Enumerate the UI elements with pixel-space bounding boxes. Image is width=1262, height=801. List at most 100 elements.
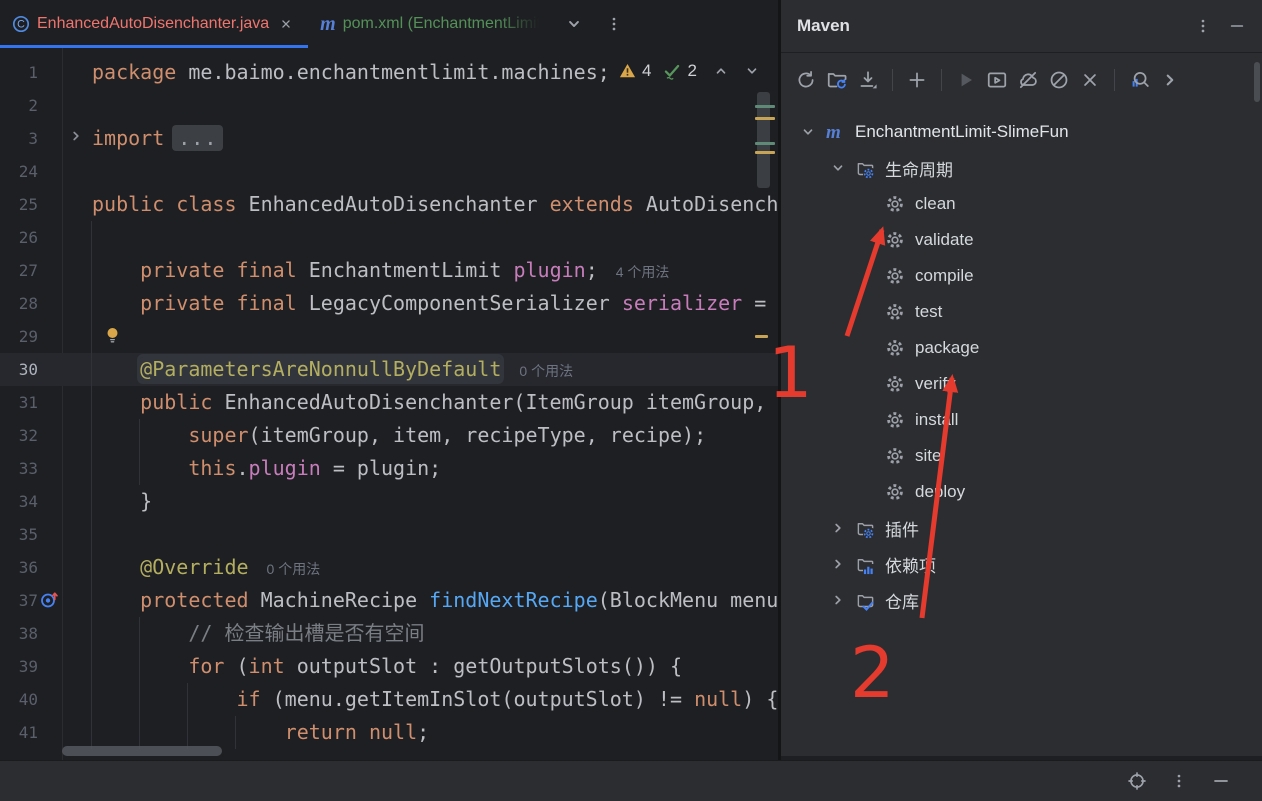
editor-horizontal-scrollbar[interactable] (62, 746, 222, 756)
code-line-3[interactable]: 3import... (0, 122, 778, 155)
editor-tab-1[interactable]: CEnhancedAutoDisenchanter.java (0, 0, 308, 48)
code-line-34[interactable]: 34} (0, 485, 778, 518)
maven-tree-item-test[interactable]: test (781, 294, 1254, 330)
skip-tests-button[interactable] (1046, 67, 1072, 93)
code-line-37[interactable]: 37protected MachineRecipe findNextRecipe… (0, 584, 778, 617)
inspection-widget[interactable]: 4 2 (618, 58, 765, 84)
checks-passed-icon (662, 61, 682, 81)
analyze-dependencies-button[interactable] (1126, 67, 1152, 93)
code-text: public EnhancedAutoDisenchanter(ItemGrou… (92, 386, 766, 419)
execute-goal-button[interactable] (984, 67, 1010, 93)
code-line-24[interactable]: 24 (0, 155, 778, 188)
usages-inlay-hint[interactable]: 4 个用法 (616, 264, 670, 280)
close-tab-icon[interactable] (276, 14, 296, 34)
line-number: 25 (0, 188, 38, 221)
maven-tree-item-仓库[interactable]: 仓库 (781, 582, 1254, 618)
code-line-27[interactable]: 27private final EnchantmentLimit plugin;… (0, 254, 778, 287)
maven-scrollbar[interactable] (1254, 62, 1260, 102)
offline-mode-button[interactable] (1015, 67, 1041, 93)
minimize-icon (1211, 771, 1231, 791)
stripe-mark-warning[interactable] (755, 151, 775, 154)
next-highlight-button[interactable] (739, 58, 765, 84)
goal-gear-icon (886, 267, 904, 285)
code-line-38[interactable]: 38// 检查输出槽是否有空间 (0, 617, 778, 650)
maven-tree-item-插件[interactable]: 插件 (781, 510, 1254, 546)
chevron-spacer (860, 196, 876, 212)
maven-tree-item-compile[interactable]: compile (781, 258, 1254, 294)
code-line-32[interactable]: 32super(itemGroup, item, recipeType, rec… (0, 419, 778, 452)
download-sources-button[interactable] (855, 67, 881, 93)
code-line-41[interactable]: 41return null; (0, 716, 778, 749)
tree-item-label: validate (915, 230, 974, 250)
chevron-right-icon[interactable] (830, 556, 846, 572)
bottom-hide-button[interactable] (1208, 768, 1234, 794)
code-line-36[interactable]: 36@Override0 个用法 (0, 551, 778, 584)
code-editor[interactable]: 1package me.baimo.enchantmentlimit.machi… (0, 48, 778, 760)
chevron-right-icon[interactable] (830, 592, 846, 608)
locate-button[interactable] (1124, 768, 1150, 794)
maven-tree: mEnchantmentLimit-SlimeFun生命周期clean valid… (781, 114, 1254, 618)
maven-tree-item-site[interactable]: site (781, 438, 1254, 474)
add-button[interactable] (904, 67, 930, 93)
stripe-mark-warning[interactable] (755, 335, 768, 338)
stripe-mark-weak-warning[interactable] (755, 142, 775, 145)
maven-tree-item-clean[interactable]: clean (781, 186, 1254, 222)
stripe-mark-warning[interactable] (755, 117, 775, 120)
usages-inlay-hint[interactable]: 0 个用法 (267, 561, 321, 577)
usages-inlay-hint[interactable]: 0 个用法 (519, 363, 573, 379)
chevron-down-icon[interactable] (800, 124, 816, 140)
code-line-28[interactable]: 28private final LegacyComponentSerialize… (0, 287, 778, 320)
maven-tree-item-EnchantmentLimit-SlimeFun[interactable]: mEnchantmentLimit-SlimeFun (781, 114, 1254, 150)
folder-chart-icon (856, 555, 875, 574)
intention-bulb-icon[interactable] (104, 326, 124, 346)
folder-gear-icon (856, 159, 875, 178)
chevron-right-icon[interactable] (830, 520, 846, 536)
close-x-button[interactable] (1077, 67, 1103, 93)
gear-icon (886, 267, 905, 286)
minimize-icon (1228, 17, 1246, 35)
code-line-26[interactable]: 26 (0, 221, 778, 254)
editor-options-button[interactable] (601, 11, 627, 37)
maven-tree-item-deploy[interactable]: deploy (781, 474, 1254, 510)
previous-highlight-button[interactable] (708, 58, 734, 84)
editor-tab-2[interactable]: mpom.xml (EnchantmentLimit (308, 0, 553, 48)
stripe-mark-weak-warning[interactable] (755, 105, 775, 108)
code-line-31[interactable]: 31public EnhancedAutoDisenchanter(ItemGr… (0, 386, 778, 419)
maven-tree-item-依赖项[interactable]: 依赖项 (781, 546, 1254, 582)
run-button[interactable] (953, 67, 979, 93)
code-line-40[interactable]: 40if (menu.getItemInSlot(outputSlot) != … (0, 683, 778, 716)
sync-button[interactable] (793, 67, 819, 93)
maven-tree-item-package[interactable]: package (781, 330, 1254, 366)
code-line-33[interactable]: 33this.plugin = plugin; (0, 452, 778, 485)
code-text: @ParametersAreNonnullByDefault0 个用法 (92, 353, 573, 388)
maven-tree-item-validate[interactable]: validate (781, 222, 1254, 258)
toolbar-separator (1114, 69, 1115, 91)
code-line-39[interactable]: 39for (int outputSlot : getOutputSlots()… (0, 650, 778, 683)
maven-tree-item-install[interactable]: install (781, 402, 1254, 438)
maven-tree-item-生命周期[interactable]: 生命周期 (781, 150, 1254, 186)
fold-chevron-icon[interactable] (68, 128, 88, 148)
maven-tree-item-verify[interactable]: verify (781, 366, 1254, 402)
maven-options-button[interactable] (1190, 13, 1216, 39)
overriding-method-icon[interactable] (40, 590, 60, 610)
code-line-35[interactable]: 35 (0, 518, 778, 551)
maven-hide-button[interactable] (1224, 13, 1250, 39)
reload-projects-button[interactable] (824, 67, 850, 93)
chevron-down-icon[interactable] (830, 160, 846, 176)
chart-badge-icon (863, 564, 874, 575)
bottom-options-button[interactable] (1166, 768, 1192, 794)
line-number: 35 (0, 518, 38, 551)
chevron-up-icon (713, 63, 729, 79)
goal-gear-icon (886, 339, 904, 357)
gear-badge-icon (863, 528, 874, 539)
tab-list-dropdown-button[interactable] (561, 11, 587, 37)
goal-gear-icon (886, 303, 904, 321)
more-button[interactable] (1157, 67, 1183, 93)
code-line-25[interactable]: 25public class EnhancedAutoDisenchanter … (0, 188, 778, 221)
code-line-29[interactable]: 29 (0, 320, 778, 353)
code-text: private final EnchantmentLimit plugin;4 … (92, 254, 669, 289)
code-line-2[interactable]: 2 (0, 89, 778, 122)
toolbar-separator (892, 69, 893, 91)
maven-title: Maven (797, 16, 1190, 36)
code-line-30[interactable]: 30@ParametersAreNonnullByDefault0 个用法 (0, 353, 778, 386)
